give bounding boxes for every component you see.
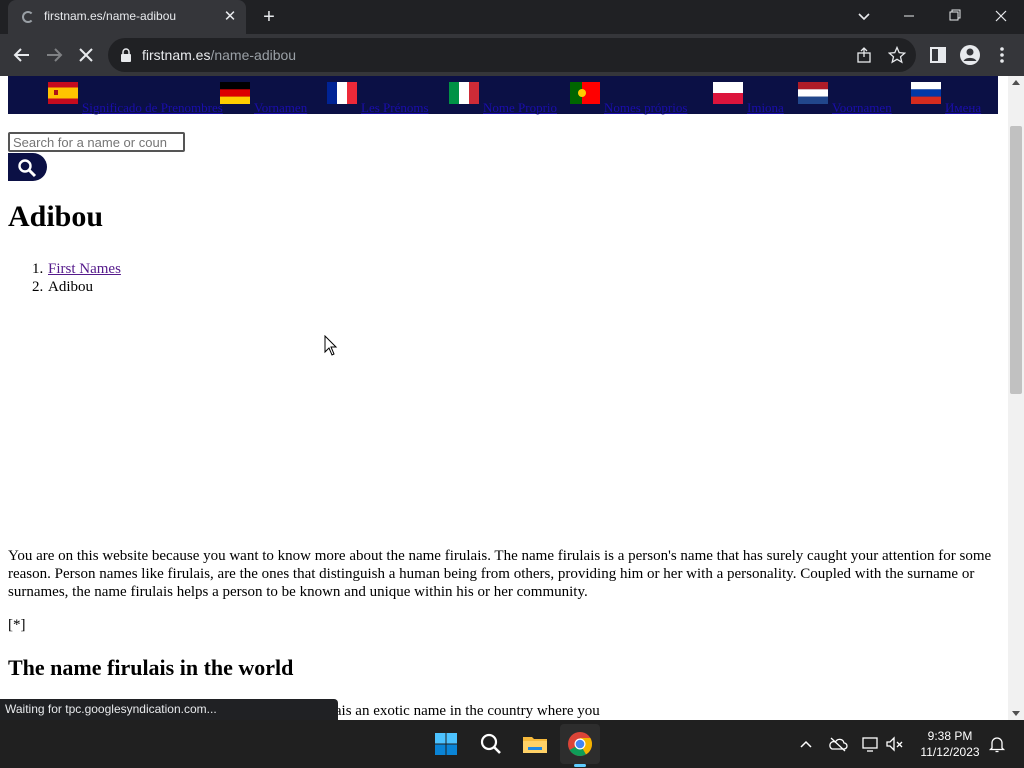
restore-icon[interactable]	[932, 0, 978, 32]
search-icon	[18, 159, 37, 178]
germany-flag-icon	[220, 82, 250, 104]
netherlands-flag-icon	[798, 82, 828, 104]
chrome-icon[interactable]	[564, 728, 596, 760]
breadcrumb-number: 2.	[32, 279, 44, 295]
intro-paragraph: You are on this website because you want…	[8, 548, 992, 600]
bookmark-star-icon[interactable]	[888, 46, 906, 64]
notification-bell-icon[interactable]	[987, 734, 1007, 754]
language-label[interactable]: Significado de Prenombres	[82, 100, 223, 116]
url-text: firstnam.es/name-adibou	[142, 47, 297, 63]
russia-flag-icon	[911, 82, 941, 104]
page-title: Adibou	[8, 200, 104, 233]
windows-start-icon[interactable]	[430, 728, 462, 760]
browser-tab[interactable]: firstnam.es/name-adibou ✕	[8, 0, 246, 34]
taskbar-search-icon[interactable]	[475, 728, 507, 760]
scroll-up-arrow-icon[interactable]	[1012, 80, 1020, 85]
file-explorer-icon[interactable]	[519, 728, 551, 760]
breadcrumb-number: 1.	[32, 261, 44, 277]
back-arrow-icon[interactable]	[8, 41, 36, 69]
search-button[interactable]	[8, 153, 47, 181]
scroll-down-arrow-icon[interactable]	[1012, 711, 1020, 716]
section-heading: The name firulais in the world	[8, 655, 294, 680]
tab-title: firstnam.es/name-adibou	[44, 9, 177, 23]
language-label[interactable]: Nomes próprios	[604, 100, 687, 116]
poland-flag-icon	[713, 82, 743, 104]
tab-search-icon[interactable]	[852, 4, 876, 28]
network-icon[interactable]	[860, 734, 880, 754]
footnote-marker: [*]	[8, 617, 26, 633]
browser-menu-icon[interactable]	[988, 41, 1016, 69]
language-label[interactable]: Voornamen	[832, 100, 892, 116]
clock-date: 11/12/2023	[920, 745, 980, 759]
language-label[interactable]: Имена	[945, 100, 981, 116]
breadcrumb-current: Adibou	[48, 279, 93, 295]
stop-loading-icon[interactable]	[72, 41, 100, 69]
minimize-icon[interactable]	[886, 0, 932, 32]
language-bar: Significado de Prenombres Vornamen Les P…	[8, 76, 998, 116]
tab-strip: firstnam.es/name-adibou ✕ +	[0, 0, 1024, 34]
portugal-flag-icon	[570, 82, 600, 104]
breadcrumb-item: 1. First Names	[32, 260, 121, 278]
france-flag-icon	[327, 82, 357, 104]
profile-avatar-icon[interactable]	[956, 41, 984, 69]
breadcrumb-link-first-names[interactable]: First Names	[48, 261, 121, 277]
language-label[interactable]: Imiona	[747, 100, 784, 116]
page-viewport: Significado de Prenombres Vornamen Les P…	[0, 76, 1008, 720]
clock-time: 9:38 PM	[927, 729, 973, 743]
onedrive-icon[interactable]	[828, 734, 848, 754]
forward-arrow-icon[interactable]	[40, 41, 68, 69]
language-label[interactable]: Vornamen	[254, 100, 307, 116]
active-app-indicator	[574, 764, 586, 767]
share-icon[interactable]	[856, 47, 872, 63]
new-tab-button[interactable]: +	[257, 5, 281, 29]
spain-flag-icon	[48, 82, 78, 104]
search-input[interactable]: Search for a name or coun	[8, 132, 185, 152]
close-window-icon[interactable]	[978, 0, 1024, 32]
close-tab-icon[interactable]: ✕	[220, 7, 240, 27]
breadcrumb: 1. First Names 2. Adibou	[32, 260, 121, 296]
italy-flag-icon	[449, 82, 479, 104]
breadcrumb-item: 2. Adibou	[32, 278, 121, 296]
volume-muted-icon[interactable]	[884, 734, 904, 754]
address-bar[interactable]: firstnam.es/name-adibou	[108, 38, 916, 72]
language-label[interactable]: Les Prénoms	[361, 100, 429, 116]
browser-toolbar: firstnam.es/name-adibou	[0, 34, 1024, 76]
windows-taskbar: 9:38 PM 11/12/2023	[0, 720, 1024, 768]
side-panel-icon[interactable]	[924, 41, 952, 69]
loading-spinner-icon	[22, 11, 34, 23]
taskbar-clock[interactable]: 9:38 PM 11/12/2023	[912, 728, 988, 760]
lock-icon[interactable]	[120, 48, 132, 62]
scrollbar-thumb[interactable]	[1010, 126, 1022, 394]
status-bar: Waiting for tpc.googlesyndication.com...	[0, 699, 338, 720]
show-hidden-icons-chevron-icon[interactable]	[796, 734, 816, 754]
language-label[interactable]: Nome Proprio	[483, 100, 557, 116]
mouse-cursor-icon	[324, 335, 338, 356]
page-scrollbar[interactable]	[1008, 76, 1024, 720]
